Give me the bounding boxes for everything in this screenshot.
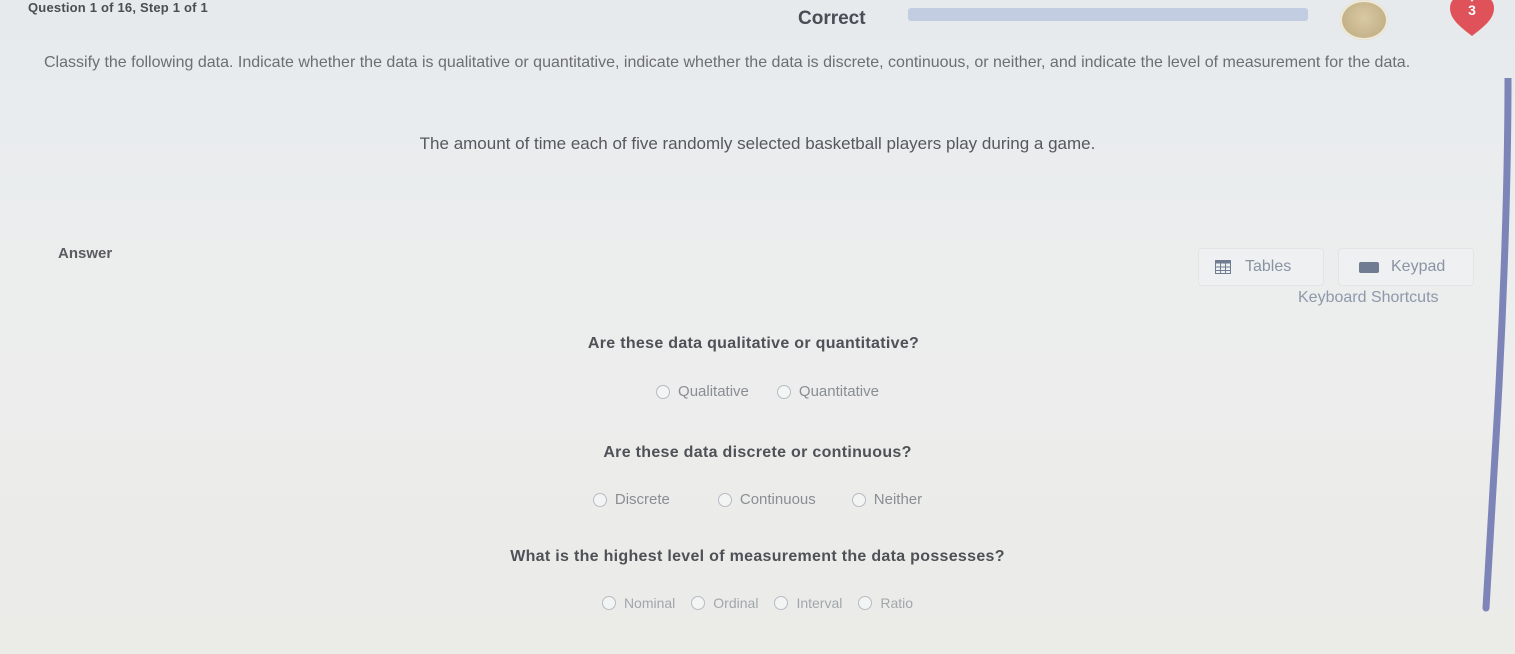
option-quantitative[interactable]: Quantitative [776,383,879,400]
lives-badge: 3 [1444,0,1500,36]
option-ordinal[interactable]: Ordinal [691,595,758,611]
options-group-1: Qualitative Quantitative [10,383,1515,400]
table-grid-icon [1215,260,1231,274]
keypad-icon [1359,261,1379,273]
keyboard-shortcuts-link[interactable]: Keyboard Shortcuts [1298,289,1439,307]
option-label: Ratio [880,595,914,611]
question-progress: Question 1 of 16, Step 1 of 1 [28,0,208,15]
option-neither[interactable]: Neither [851,491,923,508]
radio-icon[interactable] [656,384,671,399]
radio-icon[interactable] [858,596,873,610]
radio-icon[interactable] [601,596,616,610]
top-bar: Question 1 of 16, Step 1 of 1 Correct 3 [0,0,1515,40]
radio-icon[interactable] [717,492,732,507]
option-label: Quantitative [798,383,879,400]
radio-icon[interactable] [592,492,607,507]
radio-icon[interactable] [774,596,789,610]
scrollbar[interactable] [1450,78,1512,618]
options-group-2: Discrete Continuous Neither [0,491,1515,508]
radio-icon[interactable] [691,596,706,610]
option-label: Continuous [739,491,816,508]
progress-fill [908,8,1308,21]
option-label: Ordinal [713,595,759,611]
option-nominal[interactable]: Nominal [601,595,676,611]
question-prompt: The amount of time each of five randomly… [419,134,1096,153]
tables-label: Tables [1245,258,1292,275]
question-discrete-continuous: Are these data discrete or continuous? [603,444,912,461]
keypad-label: Keypad [1391,258,1446,275]
avatar-icon[interactable] [1340,0,1388,40]
option-ratio[interactable]: Ratio [858,595,913,611]
option-interval[interactable]: Interval [774,595,842,611]
question-qualitative-quantitative: Are these data qualitative or quantitati… [587,335,920,352]
question-level-of-measurement: What is the highest level of measurement… [510,548,1005,565]
options-group-3: Nominal Ordinal Interval Ratio [0,595,1515,611]
radio-icon[interactable] [851,492,866,507]
option-discrete[interactable]: Discrete [592,491,670,508]
option-continuous[interactable]: Continuous [717,491,816,508]
option-label: Interval [796,595,843,611]
option-label: Qualitative [678,383,749,400]
lives-count: 3 [1468,2,1476,18]
answer-label: Answer [58,245,113,262]
option-label: Discrete [614,491,670,508]
tables-button[interactable]: Tables [1198,248,1324,286]
option-label: Nominal [623,595,676,611]
progress-bar [908,8,1308,21]
status-label: Correct [798,8,866,29]
instructions-text: Classify the following data. Indicate wh… [44,54,1411,71]
radio-icon[interactable] [776,384,791,399]
option-qualitative[interactable]: Qualitative [656,383,749,400]
option-label: Neither [873,491,923,508]
